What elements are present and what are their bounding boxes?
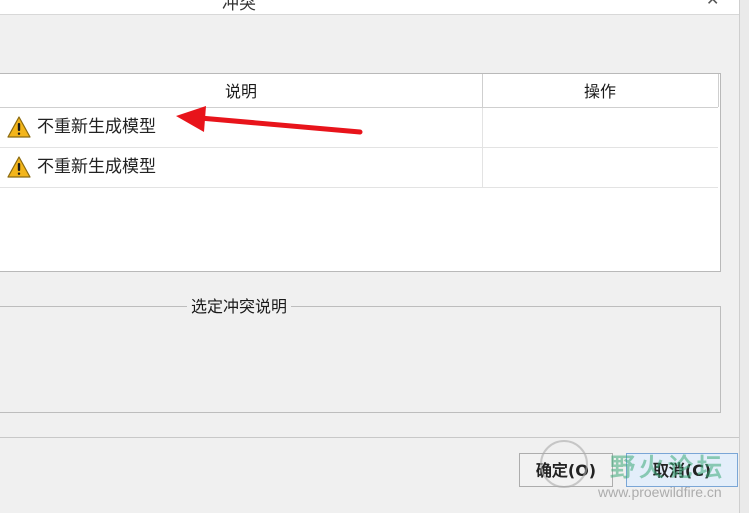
annotation-arrow xyxy=(176,106,363,135)
